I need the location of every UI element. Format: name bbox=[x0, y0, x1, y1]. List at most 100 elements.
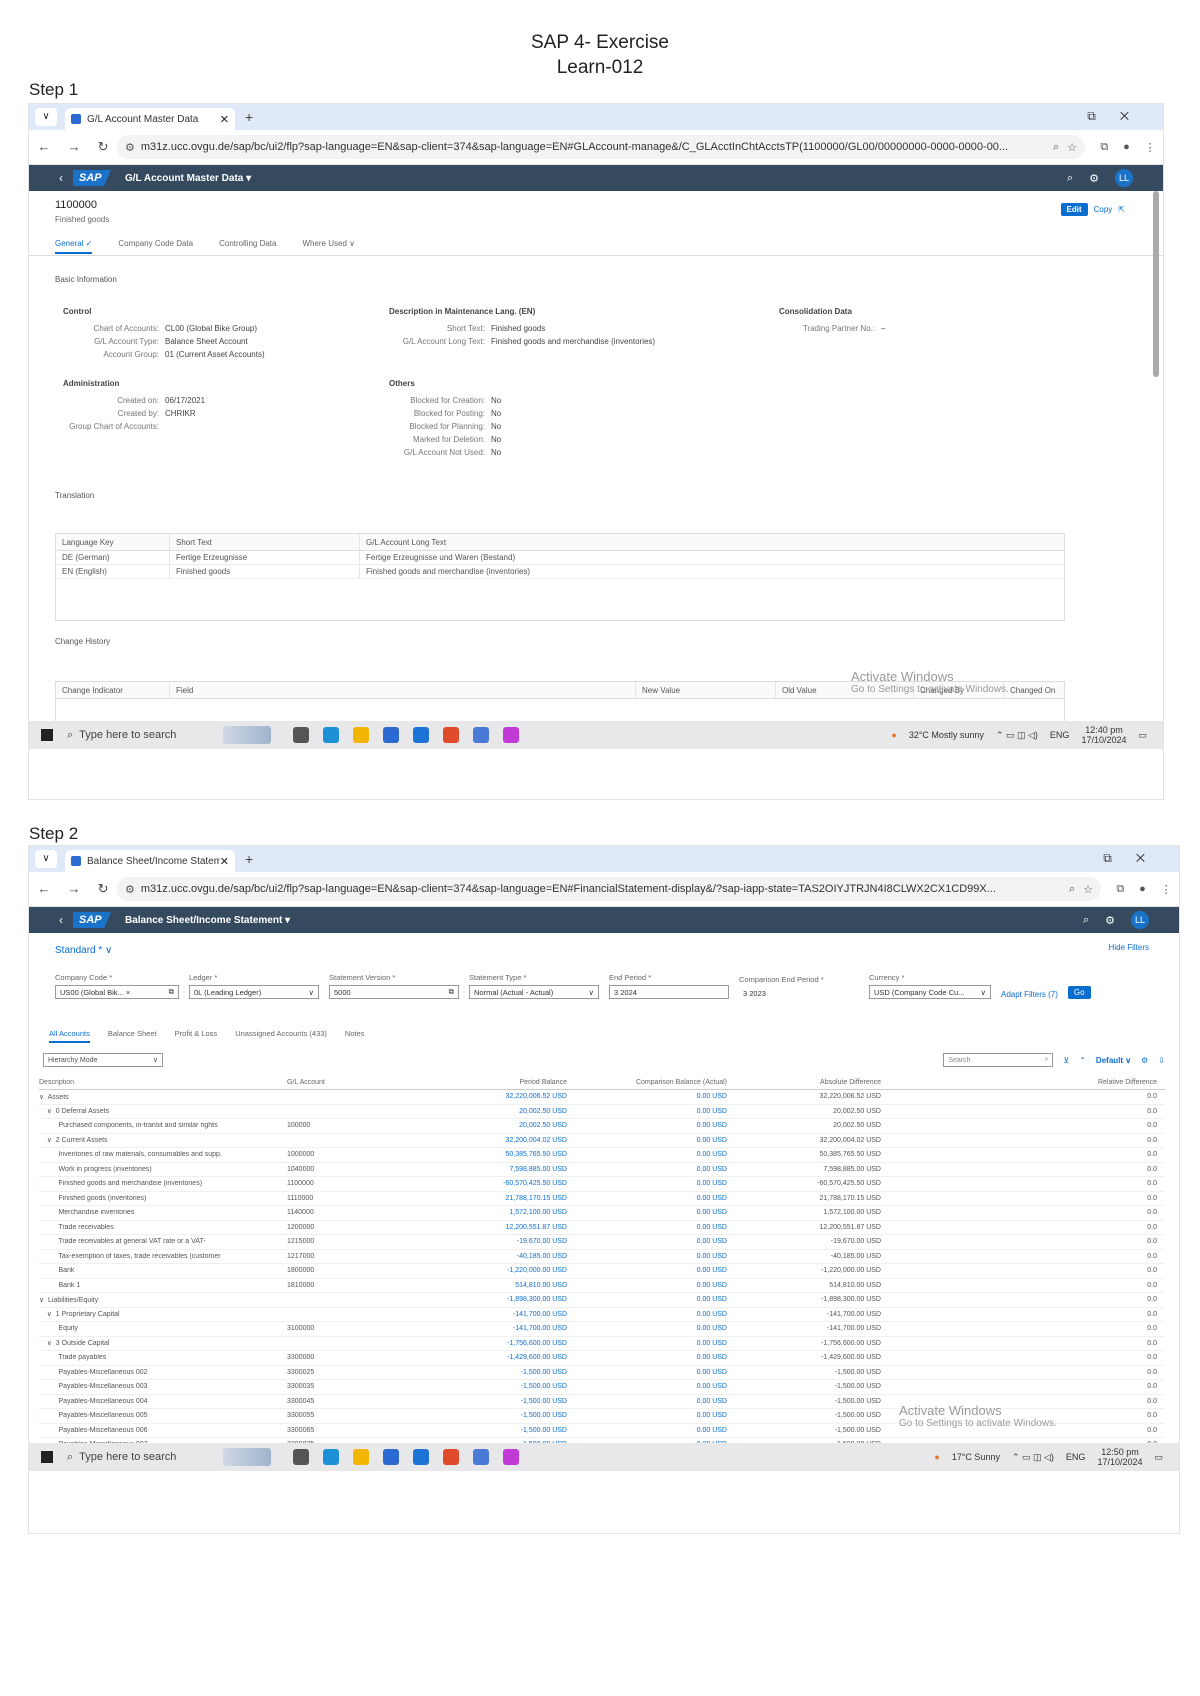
tab-where-used[interactable]: Where Used ∨ bbox=[302, 239, 355, 254]
value-help-icon[interactable]: ⧉ bbox=[169, 987, 174, 997]
forward-icon[interactable]: → bbox=[68, 139, 81, 155]
export-icon[interactable]: ⇩ bbox=[1158, 1056, 1165, 1065]
app-title[interactable]: Balance Sheet/Income Statement ▾ bbox=[125, 915, 290, 926]
store-icon[interactable] bbox=[383, 1449, 399, 1465]
shell-back-icon[interactable]: ‹ bbox=[59, 913, 63, 927]
comparison-end-period-input[interactable]: 3 2023 bbox=[739, 987, 859, 999]
store-icon[interactable] bbox=[383, 727, 399, 743]
table-row[interactable]: EN (English) Finished goods Finished goo… bbox=[56, 565, 1064, 579]
column-header[interactable]: Change Indicator bbox=[56, 682, 170, 698]
windows-start-icon[interactable] bbox=[41, 729, 53, 741]
column-header[interactable]: Period Balance bbox=[397, 1079, 567, 1086]
clock[interactable]: 12:50 pm 17/10/2024 bbox=[1097, 1447, 1142, 1467]
site-info-icon[interactable]: ⚙ bbox=[125, 141, 135, 154]
table-row[interactable]: ∨ Assets 32,220,006.52 USD 0.00 USD 32,220,… bbox=[39, 1090, 1165, 1105]
url-bar[interactable]: ⚙ m31z.ucc.ovgu.de/sap/bc/ui2/flp?sap-la… bbox=[117, 135, 1085, 159]
table-row[interactable]: Tax-exemption of taxes, trade receivable… bbox=[39, 1250, 1165, 1264]
clock[interactable]: 12:40 pm 17/10/2024 bbox=[1081, 725, 1126, 745]
settings-icon[interactable]: ⚙ bbox=[1089, 172, 1099, 185]
column-header[interactable]: Relative Difference bbox=[881, 1079, 1165, 1086]
weather-text[interactable]: 17°C Sunny bbox=[952, 1452, 1000, 1462]
column-header[interactable]: Changed On bbox=[1004, 682, 1064, 698]
edge-icon[interactable] bbox=[323, 727, 339, 743]
tab-controlling-data[interactable]: Controlling Data bbox=[219, 239, 276, 254]
table-row[interactable]: Equity 3100000 -141,700.00 USD 0.00 USD -141… bbox=[39, 1322, 1165, 1337]
window-controls[interactable]: ⧉✕ bbox=[1087, 109, 1153, 124]
table-row[interactable]: Trade receivables 1200000 12,200,551.87 US… bbox=[39, 1221, 1165, 1235]
app-icon[interactable] bbox=[473, 727, 489, 743]
settings-icon[interactable]: ⚙ bbox=[1141, 1056, 1148, 1065]
table-row[interactable]: Finished goods (inventories) 1110000 21,78… bbox=[39, 1192, 1165, 1206]
reload-icon[interactable]: ↻ bbox=[98, 139, 109, 155]
browser-tab[interactable]: Balance Sheet/Income Stateme... ✕ bbox=[65, 850, 235, 872]
app-icon[interactable] bbox=[503, 1449, 519, 1465]
view-selector[interactable]: Default ∨ bbox=[1096, 1056, 1131, 1065]
scrollbar[interactable] bbox=[1153, 191, 1159, 377]
app-icon[interactable] bbox=[473, 1449, 489, 1465]
notifications-icon[interactable]: ▭ bbox=[1154, 1452, 1163, 1463]
edit-button[interactable]: Edit bbox=[1060, 203, 1088, 216]
extensions-icon[interactable]: ⧉ bbox=[1116, 883, 1124, 896]
tab-unassigned-accounts[interactable]: Unassigned Accounts (433) bbox=[235, 1029, 327, 1043]
sap-logo[interactable]: SAP bbox=[73, 912, 111, 928]
sap-logo[interactable]: SAP bbox=[73, 170, 111, 186]
reload-icon[interactable]: ↻ bbox=[98, 881, 109, 897]
search-icon[interactable]: ⌕ bbox=[1067, 172, 1073, 185]
avatar[interactable]: LL bbox=[1115, 169, 1133, 187]
tab-balance-sheet[interactable]: Balance Sheet bbox=[108, 1029, 157, 1043]
tab-company-code-data[interactable]: Company Code Data bbox=[118, 239, 193, 254]
window-controls[interactable]: ⧉✕ bbox=[1103, 851, 1169, 866]
mail-icon[interactable] bbox=[413, 727, 429, 743]
table-row[interactable]: Bank 1800000 -1,220,000.00 USD 0.00 USD -1,2… bbox=[39, 1264, 1165, 1279]
column-header[interactable]: Absolute Difference bbox=[727, 1079, 881, 1086]
column-header[interactable]: New Value bbox=[636, 682, 776, 698]
zoom-icon[interactable]: ⌕ bbox=[1069, 883, 1075, 896]
task-view-icon[interactable] bbox=[293, 1449, 309, 1465]
adapt-filters-button[interactable]: Adapt Filters (7) bbox=[1001, 990, 1058, 999]
shell-back-icon[interactable]: ‹ bbox=[59, 171, 63, 185]
table-row[interactable]: Bank 1 1810000 514,810.00 USD 0.00 USD 514,8… bbox=[39, 1279, 1165, 1293]
column-header[interactable]: Field bbox=[170, 682, 636, 698]
bookmark-star-icon[interactable]: ☆ bbox=[1067, 141, 1077, 154]
table-row[interactable]: Work in progress (inventories) 1040000 7,5… bbox=[39, 1163, 1165, 1177]
file-explorer-icon[interactable] bbox=[353, 727, 369, 743]
tab-notes[interactable]: Notes bbox=[345, 1029, 365, 1043]
taskbar-search[interactable]: ⌕ Type here to search bbox=[67, 724, 217, 746]
value-help-icon[interactable]: ⧉ bbox=[449, 987, 454, 997]
column-header[interactable]: Language Key bbox=[56, 534, 170, 550]
column-header[interactable]: Short Text bbox=[170, 534, 360, 550]
menu-kebab-icon[interactable]: ⋮ bbox=[1145, 141, 1156, 154]
language-indicator[interactable]: ENG bbox=[1050, 730, 1070, 740]
table-row[interactable]: Inventories of raw materials, consumable… bbox=[39, 1148, 1165, 1163]
settings-icon[interactable]: ⚙ bbox=[1105, 914, 1115, 927]
tab-profit-loss[interactable]: Profit & Loss bbox=[175, 1029, 218, 1043]
statement-type-select[interactable]: Normal (Actual - Actual) ∨ bbox=[469, 985, 599, 999]
chrome-icon[interactable] bbox=[443, 727, 459, 743]
table-row[interactable]: Payables-Miscellaneous 002 3300025 -1,500.… bbox=[39, 1366, 1165, 1380]
column-header[interactable]: Description bbox=[39, 1079, 287, 1086]
expand-all-icon[interactable]: ⊻ bbox=[1063, 1056, 1069, 1065]
forward-icon[interactable]: → bbox=[68, 881, 81, 897]
hierarchy-mode-select[interactable]: Hierarchy Mode ∨ bbox=[43, 1053, 163, 1067]
table-row[interactable]: ∨ 3 Outside Capital -1,756,600.00 USD 0.00… bbox=[39, 1337, 1165, 1351]
end-period-input[interactable]: 3 2024 bbox=[609, 985, 729, 999]
weather-text[interactable]: 32°C Mostly sunny bbox=[909, 730, 984, 740]
mail-icon[interactable] bbox=[413, 1449, 429, 1465]
tab-list-chevron-icon[interactable]: ∨ bbox=[35, 108, 57, 126]
go-button[interactable]: Go bbox=[1067, 986, 1091, 999]
profile-icon[interactable]: ● bbox=[1123, 141, 1130, 154]
table-search-input[interactable]: Search ⌕ bbox=[943, 1053, 1054, 1067]
table-row[interactable]: Payables-Miscellaneous 003 3300035 -1,500.… bbox=[39, 1380, 1165, 1395]
company-code-input[interactable]: US00 (Global Bik... × ⧉ bbox=[55, 985, 179, 999]
zoom-icon[interactable]: ⌕ bbox=[1053, 141, 1059, 154]
bookmark-star-icon[interactable]: ☆ bbox=[1083, 883, 1093, 896]
chrome-icon[interactable] bbox=[443, 1449, 459, 1465]
search-icon[interactable]: ⌕ bbox=[1083, 914, 1089, 927]
collapse-all-icon[interactable]: ⌃ bbox=[1079, 1056, 1086, 1065]
profile-icon[interactable]: ● bbox=[1139, 883, 1146, 896]
app-icon[interactable] bbox=[503, 727, 519, 743]
table-row[interactable]: Purchased components, in-transit and sim… bbox=[39, 1119, 1165, 1134]
menu-kebab-icon[interactable]: ⋮ bbox=[1161, 883, 1172, 896]
new-tab-icon[interactable]: + bbox=[245, 851, 253, 867]
back-icon[interactable]: ← bbox=[38, 881, 51, 897]
